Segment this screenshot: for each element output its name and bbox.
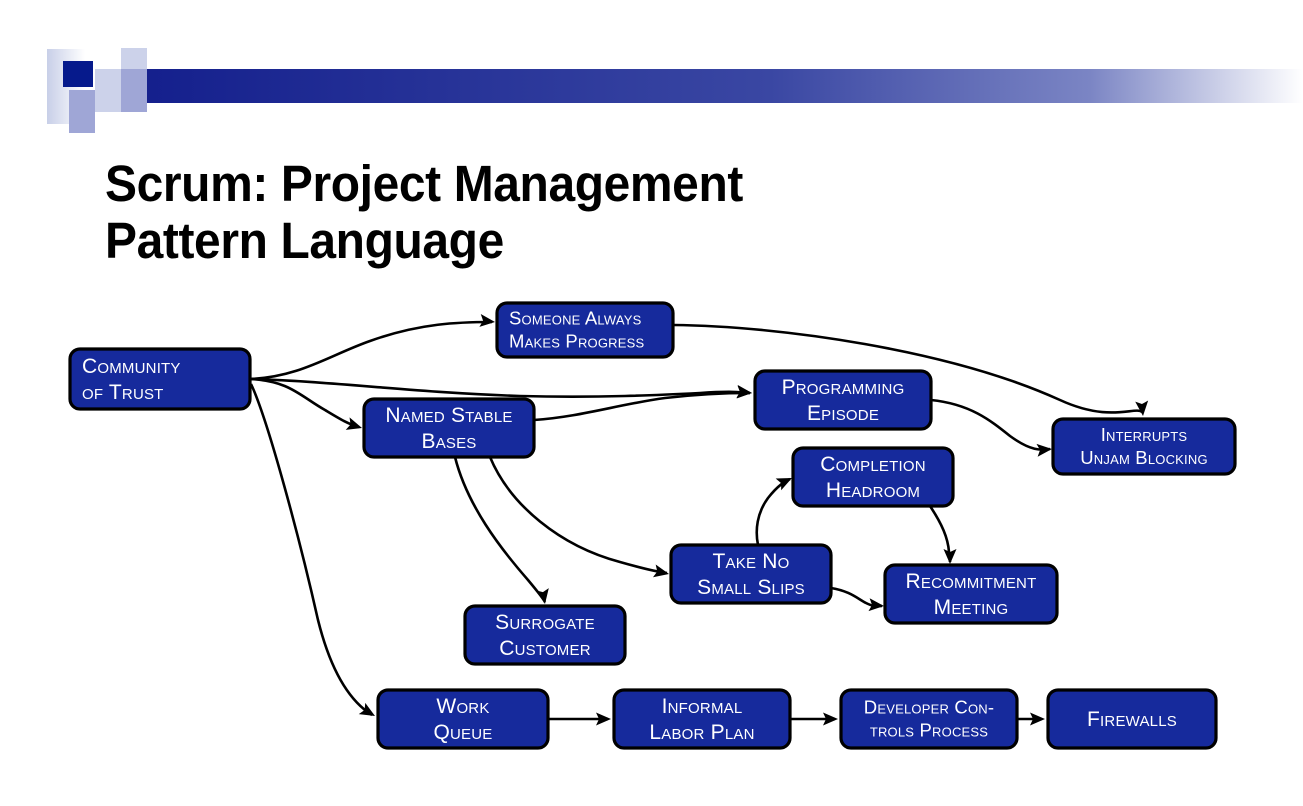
arrowhead-icon: [1135, 400, 1149, 416]
node-label-line: Customer: [499, 637, 591, 660]
node-label-line: Queue: [433, 721, 492, 744]
edge-named-stable-bases-to-take-no-small-slips: [488, 456, 669, 578]
edge-community-to-work-queue: [249, 383, 375, 717]
diagram-node-programming-episode[interactable]: Programming Episode: [753, 369, 933, 431]
node-label-line: Firewalls: [1087, 708, 1177, 731]
node-label-line: Makes Progress: [509, 331, 645, 352]
diagram-node-informal-labor-plan[interactable]: Informal Labor Plan: [612, 688, 792, 750]
diagram-node-completion-headroom[interactable]: Completion Headroom: [791, 446, 955, 508]
node-label-line: Community: [82, 355, 181, 378]
node-label-line: Labor Plan: [649, 721, 754, 744]
node-label-line: Interrupts: [1101, 424, 1188, 445]
scrum-pattern-language-diagram: Community of Trust Someone AlwaysMakes Pro…: [68, 301, 1237, 750]
arrowhead-icon: [345, 417, 362, 430]
edge-work-queue-to-informal-labor-plan: [548, 712, 611, 726]
edge-informal-labor-plan-to-developer-controls-process: [790, 712, 838, 726]
node-label-line: Unjam Blocking: [1080, 447, 1208, 468]
diagram-nodes: Community of Trust Someone AlwaysMakes Pro…: [68, 301, 1237, 750]
node-label-line: Developer Con-: [864, 697, 994, 718]
diagram-node-community-of-trust[interactable]: Community of Trust: [68, 347, 252, 411]
node-label-line: Someone Always: [509, 308, 642, 329]
node-label-line: Work: [436, 695, 489, 718]
node-label-line: Named Stable: [385, 404, 512, 427]
node-label-line: Bases: [421, 430, 476, 453]
diagram-edges: [249, 313, 1149, 726]
edge-take-no-small-slips-to-completion-headroom: [755, 477, 792, 546]
node-label-line: Episode: [807, 402, 879, 425]
diagram-node-firewalls[interactable]: Firewalls: [1046, 688, 1218, 750]
node-label-line: Completion: [820, 453, 926, 476]
node-label-line: Surrogate: [495, 611, 595, 634]
diagram-node-work-queue[interactable]: Work Queue: [376, 688, 550, 750]
node-label-line: Programming: [782, 376, 905, 399]
node-label-line: Meeting: [934, 596, 1009, 619]
node-label-line: Take No: [713, 550, 790, 573]
arrowhead-icon: [652, 564, 669, 578]
edge-take-no-small-slips-to-recommitment-meeting: [830, 586, 884, 612]
edge-named-stable-bases-to-surrogate-customer: [453, 456, 549, 604]
node-label-line: Recommitment: [906, 570, 1037, 593]
diagram-node-recommitment-meeting[interactable]: Recommitment Meeting: [883, 563, 1059, 625]
diagram-node-named-stable-bases[interactable]: Named Stable Bases: [362, 397, 536, 459]
edge-developer-controls-process-to-firewalls: [1017, 712, 1045, 726]
node-label-line: of Trust: [82, 381, 164, 404]
diagram-node-interrupts-unjam-blocking[interactable]: InterruptsUnjam Blocking: [1051, 417, 1237, 476]
diagram-node-surrogate-customer[interactable]: Surrogate Customer: [463, 604, 627, 666]
edge-named-stable-bases-to-programming-episode: [533, 385, 752, 422]
node-label-line: Small Slips: [697, 576, 805, 599]
slide-canvas: Scrum: Project Management Pattern Langua…: [0, 0, 1303, 806]
node-label-line: Informal: [662, 695, 743, 718]
diagram-node-someone-always-makes-progress[interactable]: Someone AlwaysMakes Progress: [495, 301, 675, 359]
node-label-line: trols Process: [870, 720, 988, 741]
diagram-node-take-no-small-slips[interactable]: Take No Small Slips: [669, 543, 833, 605]
edge-completion-headroom-to-recommitment-meeting: [928, 505, 957, 564]
edge-community-to-someone: [249, 313, 495, 381]
node-label-line: Headroom: [826, 479, 920, 502]
diagram-node-developer-controls-process[interactable]: Developer Con-trols Process: [839, 688, 1019, 750]
